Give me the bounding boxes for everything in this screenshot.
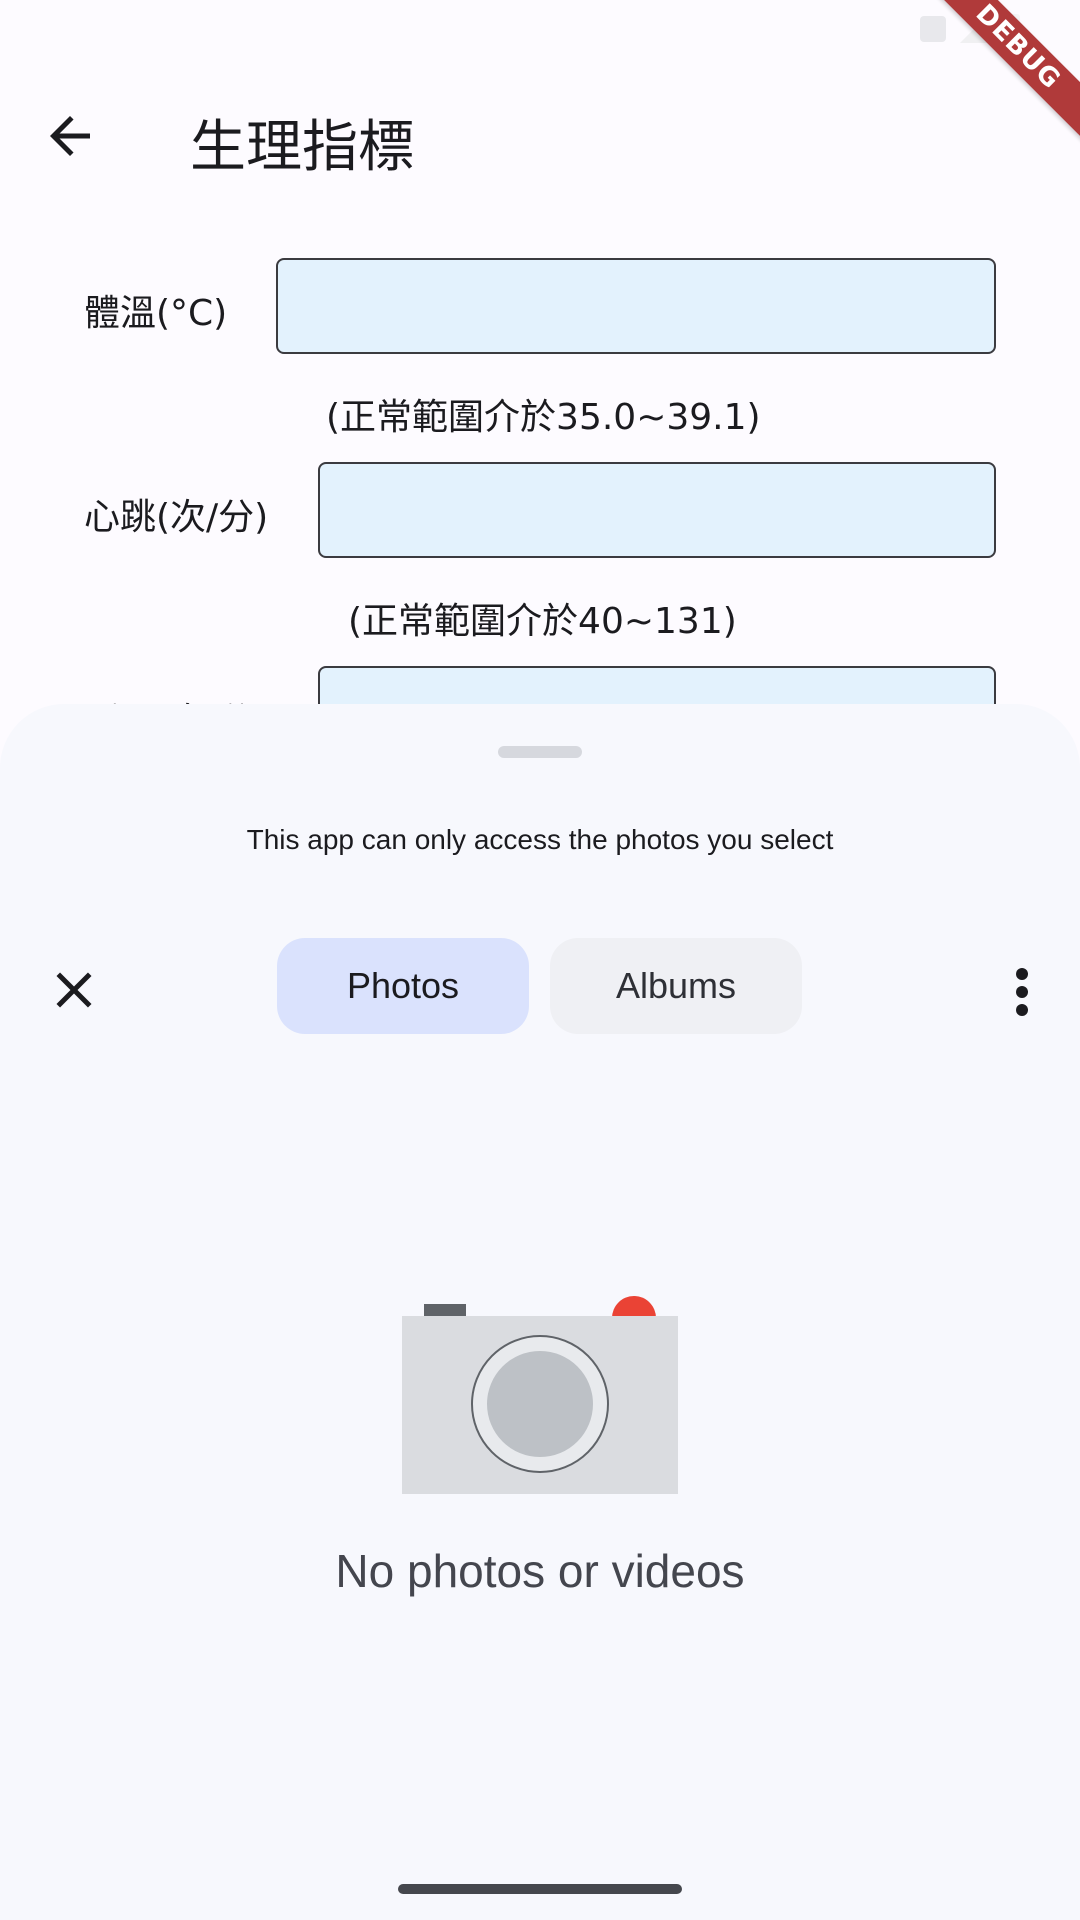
more-options-button[interactable] <box>1008 962 1036 1022</box>
heart-rate-label: 心跳(次/分) <box>84 497 269 538</box>
status-bar <box>0 0 1080 60</box>
tab-photos[interactable]: Photos <box>277 938 529 1034</box>
arrow-back-icon <box>50 116 90 156</box>
photo-picker-sheet: This app can only access the photos you … <box>0 704 1080 1920</box>
close-button[interactable] <box>44 960 104 1020</box>
temperature-hint: (正常範圍介於35.0~39.1) <box>326 397 761 438</box>
heart-rate-hint: (正常範圍介於40~131) <box>348 601 737 642</box>
app-bar: 生理指標 <box>0 80 1080 190</box>
camera-icon <box>402 1294 678 1494</box>
close-icon <box>56 972 92 1008</box>
temperature-input[interactable] <box>276 258 996 354</box>
back-button[interactable] <box>40 106 100 166</box>
page-title: 生理指標 <box>190 115 414 180</box>
more-vert-icon <box>1016 968 1028 1016</box>
wifi-icon <box>920 16 946 42</box>
temperature-label: 體溫(°C) <box>84 293 228 334</box>
empty-state-message: No photos or videos <box>335 1545 745 1597</box>
drag-handle[interactable] <box>498 746 582 758</box>
access-notice: This app can only access the photos you … <box>246 824 834 855</box>
gesture-nav-handle[interactable] <box>398 1884 682 1894</box>
tab-albums[interactable]: Albums <box>550 938 802 1034</box>
heart-rate-input[interactable] <box>318 462 996 558</box>
